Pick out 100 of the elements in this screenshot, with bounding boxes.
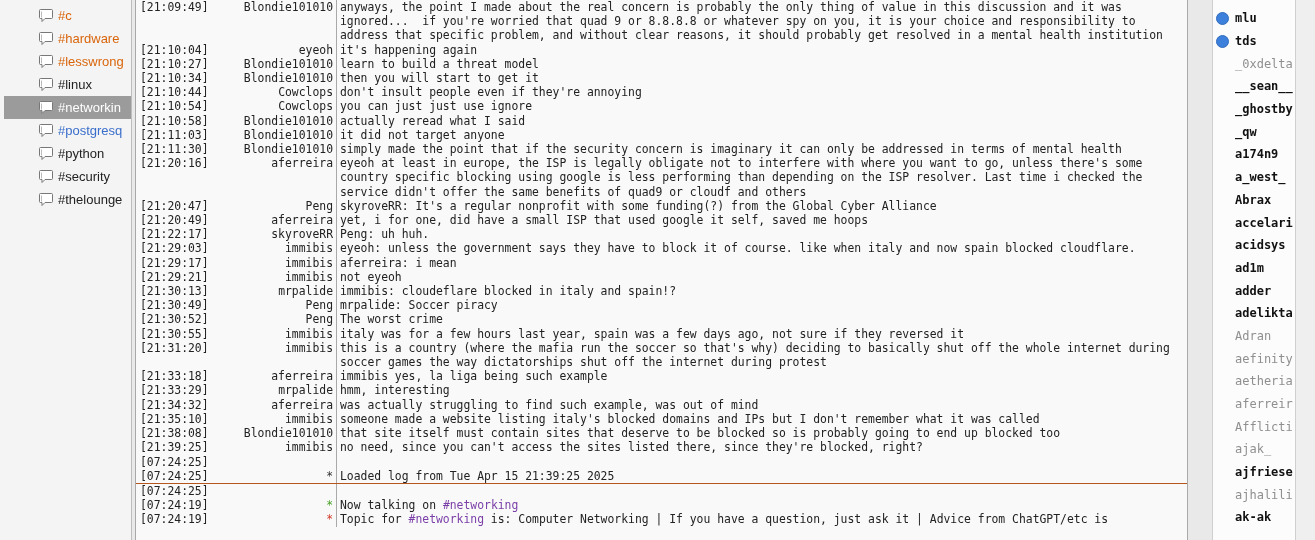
message-text: learn to build a threat model	[340, 56, 539, 71]
timestamp: [21:30:13]	[139, 284, 210, 299]
timestamp: [21:33:18]	[139, 369, 210, 384]
nickname[interactable]: Blondie101010	[243, 142, 333, 157]
timestamp: [07:24:25]	[139, 454, 210, 469]
timestamp: [21:29:17]	[139, 255, 210, 270]
user-name[interactable]: _ghostby	[1235, 100, 1293, 119]
message-text: aferreira: i mean	[340, 255, 457, 270]
message-text: italy was for a few hours last year, spain was a few days ago, not sure if they reversed it	[340, 326, 965, 341]
message-text: simply made the point that if the security concern is imaginary it can only be addressed in terms of mental health	[340, 142, 1122, 157]
nickname[interactable]: skyroveRR	[271, 227, 333, 242]
user-name[interactable]: mlu	[1235, 9, 1257, 28]
nickname[interactable]: immibis	[285, 440, 333, 455]
message-text: mrpalide: Soccer piracy	[340, 298, 498, 313]
message-text: actually reread what I said	[340, 113, 526, 128]
channel-item[interactable]: #python	[4, 142, 131, 165]
timestamp: [21:30:49]	[139, 298, 210, 313]
nickname[interactable]: *	[326, 512, 333, 527]
nickname[interactable]: Peng	[305, 198, 333, 214]
message-text: then you will start to get it	[340, 71, 539, 85]
user-name[interactable]: adelikta	[1235, 304, 1293, 323]
nickname[interactable]: immibis	[285, 411, 333, 427]
chat-bubble-icon	[38, 169, 54, 184]
message-text: Topic for #networking is: Computer Networking | If you have a question, just ask it | Advice from ChatGPT/etc is	[340, 512, 1109, 527]
user-name[interactable]: a_west_	[1235, 168, 1286, 187]
message-text: not eyeoh	[340, 269, 402, 284]
nickname[interactable]: immibis	[285, 255, 333, 270]
user-name[interactable]: ad1m	[1235, 258, 1264, 277]
channel-item[interactable]: #linux	[4, 73, 131, 96]
user-name[interactable]: tds	[1235, 32, 1257, 51]
nickname[interactable]: mrpalide	[278, 284, 333, 299]
nickname[interactable]: aferreira	[271, 369, 333, 384]
channel-item[interactable]: #postgresq	[4, 119, 131, 142]
timestamp: [21:10:04]	[139, 42, 210, 57]
nickname[interactable]: Blondie101010	[243, 56, 333, 71]
nickname[interactable]: immibis	[285, 340, 333, 370]
nickname[interactable]: Peng	[305, 298, 333, 313]
timestamp: [21:31:20]	[139, 340, 210, 357]
user-name[interactable]: adder	[1235, 281, 1272, 300]
message-text: it's happening again	[340, 42, 478, 57]
nickname[interactable]: eyeoh	[298, 42, 333, 57]
chat-bubble-icon	[38, 8, 54, 23]
nickname[interactable]: aferreira	[271, 156, 333, 199]
timestamp: [21:30:52]	[139, 312, 210, 327]
timestamp: [07:24:25]	[139, 468, 210, 483]
message-text: yet, i for one, did have a small ISP that used google it self, saved me hoops	[340, 213, 869, 228]
nickname[interactable]: *	[326, 468, 333, 483]
message-text: Peng: uh huh.	[340, 227, 430, 242]
timestamp: [21:33:29]	[139, 383, 210, 398]
channel-item[interactable]: #thelounge	[4, 188, 131, 211]
timestamp: [21:22:17]	[139, 227, 210, 242]
nickname[interactable]: Blondie101010	[243, 71, 333, 86]
message-text: Loaded log from Tue Apr 15 21:39:25 2025	[340, 468, 615, 483]
nickname[interactable]: mrpalide	[278, 383, 333, 398]
timestamp: [21:29:21]	[139, 269, 210, 285]
chat-bubble-icon	[38, 192, 54, 207]
user-name[interactable]: __sean__	[1235, 77, 1293, 96]
nickname[interactable]: aferreira	[271, 397, 333, 412]
nickname[interactable]: Cowclops	[278, 85, 333, 100]
user-name[interactable]: ak-ak	[1235, 508, 1272, 527]
chat-bubble-icon	[38, 77, 54, 92]
nickname[interactable]: Blondie101010	[243, 113, 333, 128]
user-name[interactable]: ajfriese	[1235, 463, 1293, 482]
user-name[interactable]: acidsys	[1235, 236, 1286, 255]
user-name[interactable]: _qw	[1235, 122, 1257, 141]
nickname[interactable]: immibis	[285, 326, 333, 341]
message-text: Now talking on #networking	[340, 498, 519, 513]
timestamp: [21:39:25]	[139, 440, 210, 455]
nickname[interactable]: immibis	[285, 269, 333, 285]
nickname[interactable]: Blondie101010	[243, 0, 333, 43]
nickname[interactable]: immibis	[285, 241, 333, 256]
message-text: hmm, interesting	[340, 383, 450, 398]
timestamp: [21:20:49]	[139, 213, 210, 228]
nickname[interactable]: Cowclops	[278, 99, 333, 114]
message-text: immibis yes, la liga being such example	[340, 369, 608, 384]
chat-bubble-icon	[38, 54, 54, 69]
channel-item[interactable]: #security	[4, 165, 131, 188]
nickname[interactable]: Blondie101010	[243, 426, 333, 441]
nickname[interactable]: aferreira	[271, 213, 333, 228]
timestamp: [21:30:55]	[139, 326, 210, 341]
timestamp: [07:24:25]	[139, 483, 210, 499]
timestamp: [21:10:44]	[139, 85, 210, 100]
nickname[interactable]: Blondie101010	[243, 127, 333, 143]
timestamp: [07:24:19]	[139, 498, 210, 513]
scrollbar[interactable]	[1296, 0, 1315, 540]
message-text: skyroveRR: It's a regular nonprofit with some funding(?) from the Global Cyber Alliance	[340, 198, 937, 213]
user-name[interactable]: a174n9	[1235, 145, 1279, 164]
timestamp: [21:35:10]	[139, 411, 210, 427]
timestamp: [21:34:32]	[139, 397, 210, 412]
user-name[interactable]: accelari	[1235, 213, 1293, 232]
nickname[interactable]: Peng	[305, 312, 333, 327]
timestamp: [21:10:54]	[139, 99, 210, 114]
message-text: someone made a website listing italy's blocked domains and IPs but I don't remember what it was called	[340, 411, 1040, 426]
message-text: no need, since you can't access the sites listed there, since they're blocked, right?	[340, 440, 923, 455]
timestamp: [21:20:47]	[139, 198, 210, 214]
message-text: The worst crime	[340, 312, 443, 327]
message-text: was actually struggling to find such example, was out of mind	[340, 397, 759, 412]
message-text: eyeoh: unless the government says they have to block it of course. like when italy and now spain blocked cloudflare.	[340, 241, 1136, 256]
timestamp: [21:20:16]	[139, 156, 210, 173]
user-name[interactable]: Abrax	[1235, 190, 1272, 209]
